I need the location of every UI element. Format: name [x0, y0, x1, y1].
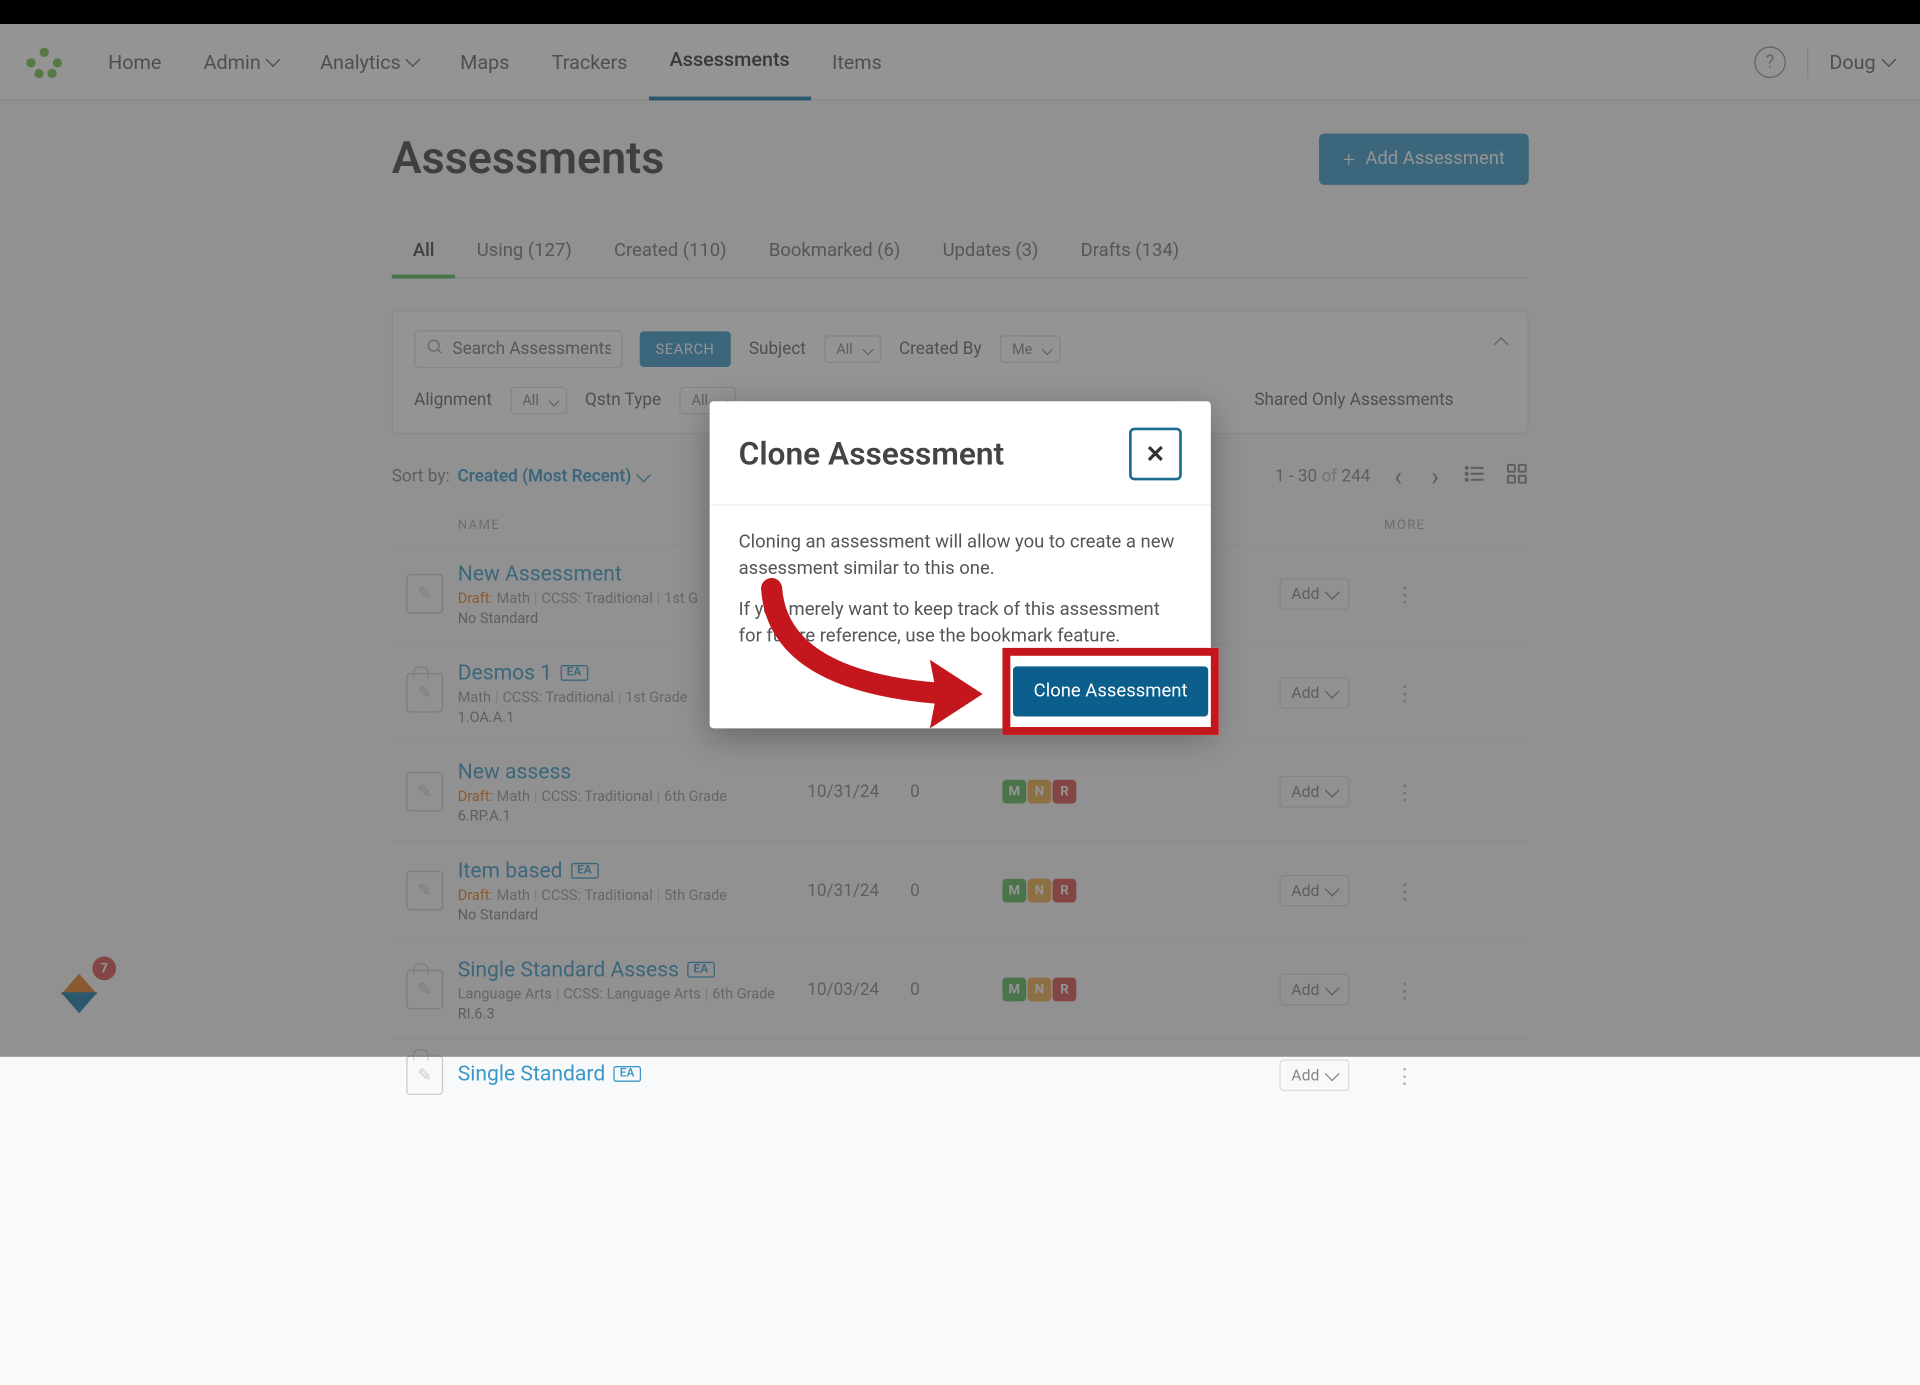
ea-badge: EA: [613, 1065, 641, 1081]
modal-title: Clone Assessment: [739, 436, 1005, 473]
close-icon: ✕: [1145, 440, 1165, 468]
modal-text-2: If you merely want to keep track of this…: [739, 596, 1182, 650]
clone-assessment-button[interactable]: Clone Assessment: [1013, 666, 1209, 716]
annotation-highlight-box: Clone Assessment: [1002, 648, 1218, 735]
modal-text-1: Cloning an assessment will allow you to …: [739, 529, 1182, 583]
add-dropdown[interactable]: Add: [1279, 1059, 1349, 1091]
assessment-title[interactable]: Single Standard EA: [458, 1061, 808, 1086]
locked-doc-icon: ✎: [406, 1055, 443, 1095]
more-menu-button[interactable]: ⋮: [1372, 1063, 1438, 1088]
close-button[interactable]: ✕: [1129, 428, 1182, 481]
pencil-icon: ✎: [418, 1065, 432, 1085]
chevron-down-icon: [1325, 1066, 1340, 1081]
